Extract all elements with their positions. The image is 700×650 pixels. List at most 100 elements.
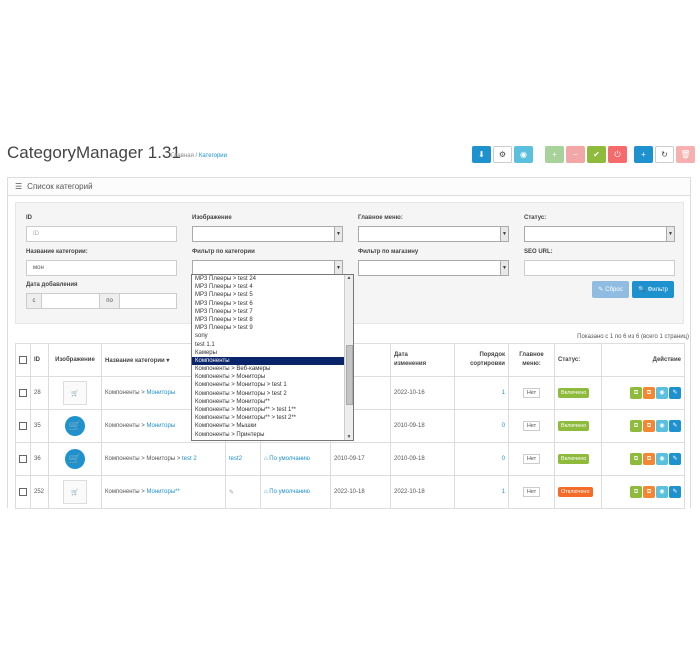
id-input[interactable]: ID [26, 226, 177, 242]
row-id: 252 [30, 475, 49, 509]
refresh-button[interactable]: ↻ [655, 146, 674, 163]
row-checkbox[interactable] [15, 376, 31, 410]
dropdown-option[interactable]: Компоненты [192, 356, 353, 366]
dropdown-option[interactable]: Камеры [192, 349, 353, 357]
dropdown-option[interactable]: Компоненты > Мониторы [192, 373, 353, 381]
category-filter-dropdown[interactable]: MP3 Плееры > test 24 MP3 Плееры > test 4M… [191, 274, 354, 441]
sort-id[interactable]: ID [30, 343, 49, 377]
breadcrumb-current[interactable]: Категории [199, 153, 227, 159]
date-to-input[interactable] [119, 293, 177, 309]
pencil-icon[interactable]: ✎ [669, 453, 681, 465]
disable-all-button[interactable]: − [566, 146, 585, 163]
dropdown-option[interactable]: Компоненты > Мониторы > test 2 [192, 390, 353, 398]
scrollbar-thumb[interactable] [346, 345, 353, 405]
copy-icon[interactable]: ⧉ [630, 420, 642, 432]
panel-heading: ☰ Список категорий [7, 177, 691, 195]
row-main-menu: Нет [508, 442, 555, 476]
select-all-checkbox[interactable] [15, 343, 31, 377]
dropdown-option[interactable]: Компоненты > Принтеры [192, 431, 353, 439]
dropdown-option[interactable]: Компоненты > Мониторы** > test 2** [192, 414, 353, 422]
dropdown-option[interactable]: sony [192, 332, 353, 340]
dropdown-option[interactable]: MP3 Плееры > test 8 [192, 316, 353, 324]
row-checkbox[interactable] [15, 409, 31, 443]
eye-icon[interactable]: ◉ [656, 486, 668, 498]
download-button[interactable]: ⬇ [472, 146, 491, 163]
dropdown-option[interactable]: Компоненты > Веб-камеры [192, 365, 353, 373]
category-link[interactable]: test 2 [182, 456, 197, 462]
category-link[interactable]: Мониторы [146, 390, 175, 396]
status-badge[interactable]: Включено [558, 388, 590, 398]
scroll-up-icon[interactable]: ▲ [345, 275, 353, 281]
copy-icon[interactable]: ⧉ [630, 453, 642, 465]
row-checkbox[interactable] [15, 475, 31, 509]
dropdown-option[interactable]: MP3 Плееры > test 4 [192, 283, 353, 291]
filter-button[interactable]: 🔍 Фильтр [632, 281, 674, 298]
dropdown-option[interactable]: Компоненты > Мышки [192, 422, 353, 430]
status-badge[interactable]: Включено [558, 454, 590, 464]
row-checkbox[interactable] [15, 442, 31, 476]
row-name: Компоненты > Мониторы > test 2 [101, 442, 226, 476]
dropdown-option[interactable]: test 1.1 [192, 341, 353, 349]
power-button[interactable]: ⏻ [608, 146, 627, 163]
chevron-down-icon: ▼ [500, 261, 508, 275]
dropdown-option[interactable]: Компоненты > Мониторы** [192, 398, 353, 406]
sort-order[interactable]: Порядок сортировки [454, 343, 509, 377]
row-actions: ⧉ ⧉ ◉ ✎ [601, 409, 685, 443]
row-image: 🛒 [48, 409, 102, 443]
dropdown-scrollbar[interactable]: ▲ ▼ [344, 275, 353, 440]
add-button[interactable]: + [634, 146, 653, 163]
duplicate-icon[interactable]: ⧉ [643, 486, 655, 498]
eye-icon[interactable]: ◉ [656, 420, 668, 432]
pagination-info: Показано с 1 по 6 из 6 (всего 1 страниц) [577, 334, 689, 340]
pencil-icon[interactable]: ✎ [669, 420, 681, 432]
main-menu-badge[interactable]: Нет [522, 454, 541, 464]
dropdown-option[interactable]: Компоненты > Мониторы > test 1 [192, 381, 353, 389]
approve-button[interactable]: ✔ [587, 146, 606, 163]
settings-button[interactable]: ⚙ [493, 146, 512, 163]
dropdown-option[interactable]: MP3 Плееры > test 24 [192, 275, 353, 283]
eye-icon[interactable]: ◉ [656, 453, 668, 465]
main-menu-select[interactable]: ▼ [358, 226, 509, 242]
main-menu-badge[interactable]: Нет [522, 421, 541, 431]
duplicate-icon[interactable]: ⧉ [643, 453, 655, 465]
name-input[interactable]: мон [26, 260, 177, 276]
date-from-input[interactable] [41, 293, 100, 309]
copy-icon[interactable]: ⧉ [630, 387, 642, 399]
seo-input[interactable] [524, 260, 675, 276]
dropdown-option[interactable]: MP3 Плееры > test 9 [192, 324, 353, 332]
breadcrumb-home[interactable]: Главная [171, 153, 194, 159]
image-select[interactable]: ▼ [192, 226, 343, 242]
sort-date-modified[interactable]: Дата изменения [390, 343, 455, 377]
reset-button[interactable]: ✎ Сброс [592, 281, 629, 298]
pencil-icon[interactable]: ✎ [669, 486, 681, 498]
status-badge[interactable]: Отключено [558, 487, 593, 497]
duplicate-icon[interactable]: ⧉ [643, 387, 655, 399]
duplicate-icon[interactable]: ⧉ [643, 420, 655, 432]
main-menu-badge[interactable]: Нет [522, 487, 541, 497]
scroll-down-icon[interactable]: ▼ [345, 434, 353, 440]
row-date-modified: 2022-10-18 [390, 475, 455, 509]
delete-button[interactable]: 🗑 [676, 146, 695, 163]
image-header: Изображение [48, 343, 102, 377]
trash-icon: 🗑 [680, 150, 691, 159]
row-date-added: 2010-09-17 [330, 442, 391, 476]
dropdown-option[interactable]: Компоненты > Мониторы** > test 1** [192, 406, 353, 414]
view-button[interactable]: ◉ [514, 146, 533, 163]
enable-all-button[interactable]: + [545, 146, 564, 163]
plus-icon: + [552, 150, 557, 159]
pencil-icon[interactable]: ✎ [229, 490, 234, 496]
dropdown-option[interactable]: MP3 Плееры > test 6 [192, 300, 353, 308]
date-to-addon: по [99, 293, 120, 309]
category-link[interactable]: Мониторы [146, 423, 175, 429]
status-select[interactable]: ▼ [524, 226, 675, 242]
dropdown-option[interactable]: MP3 Плееры > test 7 [192, 308, 353, 316]
eye-icon[interactable]: ◉ [656, 387, 668, 399]
category-link[interactable]: Мониторы** [146, 489, 179, 495]
main-menu-badge[interactable]: Нет [522, 388, 541, 398]
status-badge[interactable]: Включено [558, 421, 590, 431]
dropdown-option[interactable]: MP3 Плееры > test 5 [192, 291, 353, 299]
copy-icon[interactable]: ⧉ [630, 486, 642, 498]
store-filter-select[interactable]: ▼ [358, 260, 509, 276]
row-image: 🛒 [48, 475, 102, 509]
pencil-icon[interactable]: ✎ [669, 387, 681, 399]
